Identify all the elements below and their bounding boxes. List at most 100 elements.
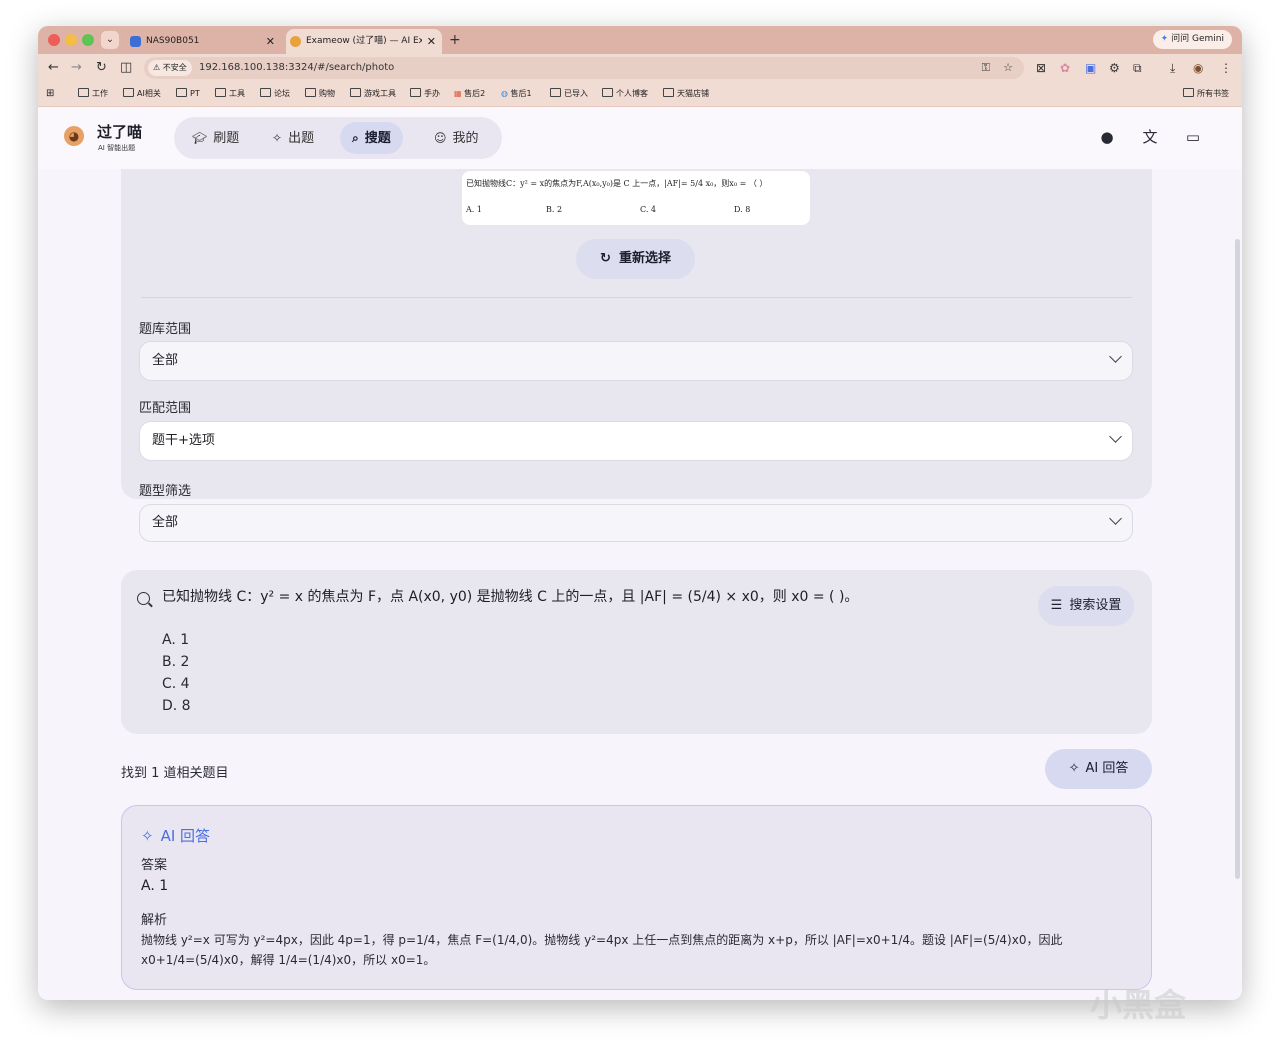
tab-exameow[interactable]: Exameow (过了喵) — AI Exam ✕: [286, 29, 442, 54]
ai-answer-button[interactable]: ✧ AI 回答: [1045, 749, 1152, 789]
bookmark-folder[interactable]: 手办: [410, 82, 440, 106]
extension-pink-icon[interactable]: ✿: [1060, 60, 1070, 76]
bank-scope-label: 题库范围: [139, 322, 192, 337]
minimize-window-button[interactable]: [65, 34, 77, 46]
sliders-icon: ☰: [1050, 598, 1063, 613]
reload-icon[interactable]: ↻: [96, 60, 107, 76]
nav-generate[interactable]: ✧ 出题: [260, 122, 326, 154]
browser-menu-icon[interactable]: ⋮: [1220, 60, 1232, 76]
bookmark-folder[interactable]: 游戏工具: [350, 82, 396, 106]
bookmark-link[interactable]: ▦ 售后2: [454, 82, 485, 106]
refresh-icon: ↻: [600, 251, 611, 266]
match-scope-select[interactable]: 题干+选项: [139, 421, 1133, 461]
windows-logo-icon: ▦: [454, 89, 462, 98]
answer-label: 答案: [141, 858, 168, 873]
extension-gear-icon[interactable]: ⚙: [1109, 60, 1120, 76]
bookmark-star-icon[interactable]: ☆: [1003, 60, 1013, 76]
query-card: 已知抛物线 C：y² = x 的焦点为 F，点 A(x0, y0) 是抛物线 C…: [121, 570, 1152, 734]
bookmark-folder[interactable]: 个人博客: [602, 82, 648, 106]
folder-icon: [305, 88, 316, 97]
password-key-icon[interactable]: ⚿: [982, 60, 990, 76]
match-scope-label: 匹配范围: [139, 401, 192, 416]
folder-icon: [410, 88, 421, 97]
zoom-window-button[interactable]: [82, 34, 94, 46]
nav-mine[interactable]: ☺ 我的: [422, 122, 491, 154]
bookmark-folder[interactable]: 工具: [215, 82, 245, 106]
close-window-button[interactable]: [48, 34, 60, 46]
search-settings-button[interactable]: ☰ 搜索设置: [1038, 586, 1134, 626]
folder-icon: [550, 88, 561, 97]
gemini-button[interactable]: ✦ 问问 Gemini: [1152, 30, 1232, 49]
extension-blue-icon[interactable]: ▣: [1085, 60, 1096, 76]
address-bar[interactable]: ⚠ 不安全 192.168.100.138:3324/#/search/phot…: [144, 57, 1024, 79]
insecure-badge[interactable]: ⚠ 不安全: [148, 60, 192, 76]
globe-icon: ◍: [501, 89, 508, 98]
translate-icon[interactable]: 文: [1140, 127, 1160, 147]
github-icon[interactable]: ●: [1097, 127, 1117, 147]
app-header: ◕ 过了喵 AI 智能出题 🎓︎ 刷题 ✧ 出题 ⌕ 搜题 ☺ 我的 ● 文 ▭: [38, 107, 1242, 169]
apps-grid-icon[interactable]: ⊞: [46, 82, 54, 106]
tab-close-icon[interactable]: ✕: [266, 29, 275, 54]
bookmark-folder[interactable]: 天猫店铺: [663, 82, 709, 106]
download-icon[interactable]: ⤓: [1170, 60, 1175, 76]
query-option: C. 4: [162, 676, 190, 692]
results-count: 找到 1 道相关题目: [121, 766, 229, 781]
folder-icon: [260, 88, 271, 97]
bookmark-folder[interactable]: AI相关: [123, 82, 161, 106]
forward-arrow-icon[interactable]: →: [71, 60, 82, 76]
folder-icon: [663, 88, 674, 97]
ai-answer-title: ✧ AI 回答: [141, 827, 211, 845]
brand-subtitle: AI 智能出题: [98, 144, 136, 152]
query-option: A. 1: [162, 632, 190, 648]
folder-icon: [602, 88, 613, 97]
tab-nas[interactable]: NAS90B051 ✕: [126, 29, 281, 54]
folder-icon: [215, 88, 226, 97]
folder-icon: [78, 88, 89, 97]
sidebar-toggle-icon[interactable]: ◫: [120, 60, 132, 76]
bank-scope-select[interactable]: 全部: [139, 341, 1133, 381]
chevron-down-icon: [1109, 350, 1122, 363]
extensions-menu-icon[interactable]: ⧉: [1133, 60, 1142, 76]
brand-name: 过了喵: [97, 123, 143, 141]
extension-puzzle-icon[interactable]: ⊠: [1036, 60, 1046, 76]
nav-search[interactable]: ⌕ 搜题: [340, 122, 403, 154]
query-text: 已知抛物线 C：y² = x 的焦点为 F，点 A(x0, y0) 是抛物线 C…: [162, 589, 859, 605]
page-scrollbar[interactable]: [1235, 239, 1240, 879]
analysis-text: 抛物线 y²=x 可写为 y²=4px，因此 4p=1，得 p=1/4，焦点 F…: [141, 933, 1063, 967]
divider: [141, 297, 1132, 298]
type-filter-label: 题型筛选: [139, 484, 192, 499]
exameow-favicon-icon: [290, 36, 301, 47]
bookmark-folder[interactable]: 工作: [78, 82, 108, 106]
reselect-button[interactable]: ↻ 重新选择: [576, 239, 695, 279]
search-icon: ⌕: [352, 131, 359, 145]
cat-logo-icon: ◕: [64, 126, 84, 146]
bookmark-folder[interactable]: PT: [176, 82, 200, 106]
bookmarks-bar: ⊞ 工作 AI相关 PT 工具 论坛 购物 游戏工具 手办 ▦ 售后2 ◍ 售后…: [38, 82, 1242, 107]
query-option: B. 2: [162, 654, 190, 670]
browser-toolbar: ← → ↻ ◫ ⚠ 不安全 192.168.100.138:3324/#/sea…: [38, 54, 1242, 82]
chevron-down-icon: [1109, 430, 1122, 443]
theme-monitor-icon[interactable]: ▭: [1183, 127, 1203, 147]
all-bookmarks-folder[interactable]: 所有书签: [1183, 82, 1229, 106]
new-tab-button[interactable]: +: [449, 29, 461, 51]
back-arrow-icon[interactable]: ←: [48, 60, 59, 76]
bookmark-link[interactable]: ◍ 售后1: [501, 82, 532, 106]
bookmark-folder[interactable]: 已导入: [550, 82, 588, 106]
nas-favicon-icon: [130, 36, 141, 47]
folder-icon: [350, 88, 361, 97]
nav-practice[interactable]: 🎓︎ 刷题: [180, 122, 251, 154]
gemini-sparkle-icon: ✦: [1160, 34, 1169, 44]
profile-avatar-icon[interactable]: ◉: [1193, 60, 1203, 76]
bookmark-folder[interactable]: 论坛: [260, 82, 290, 106]
type-filter-select[interactable]: 全部: [139, 504, 1133, 542]
search-icon: [137, 592, 150, 605]
tab-search-dropdown[interactable]: ⌄: [101, 31, 119, 49]
tab-close-icon[interactable]: ✕: [427, 29, 436, 54]
folder-icon: [176, 88, 187, 97]
url-text[interactable]: 192.168.100.138:3324/#/search/photo: [199, 57, 394, 79]
bookmark-folder[interactable]: 购物: [305, 82, 335, 106]
query-option: D. 8: [162, 698, 191, 714]
browser-window: ⌄ NAS90B051 ✕ Exameow (过了喵) — AI Exam ✕ …: [38, 26, 1242, 1000]
uploaded-question-image: 已知抛物线C：y² = x的焦点为F,A(x₀,y₀)是 C 上一点，|AF|=…: [462, 171, 810, 225]
folder-icon: [123, 88, 134, 97]
